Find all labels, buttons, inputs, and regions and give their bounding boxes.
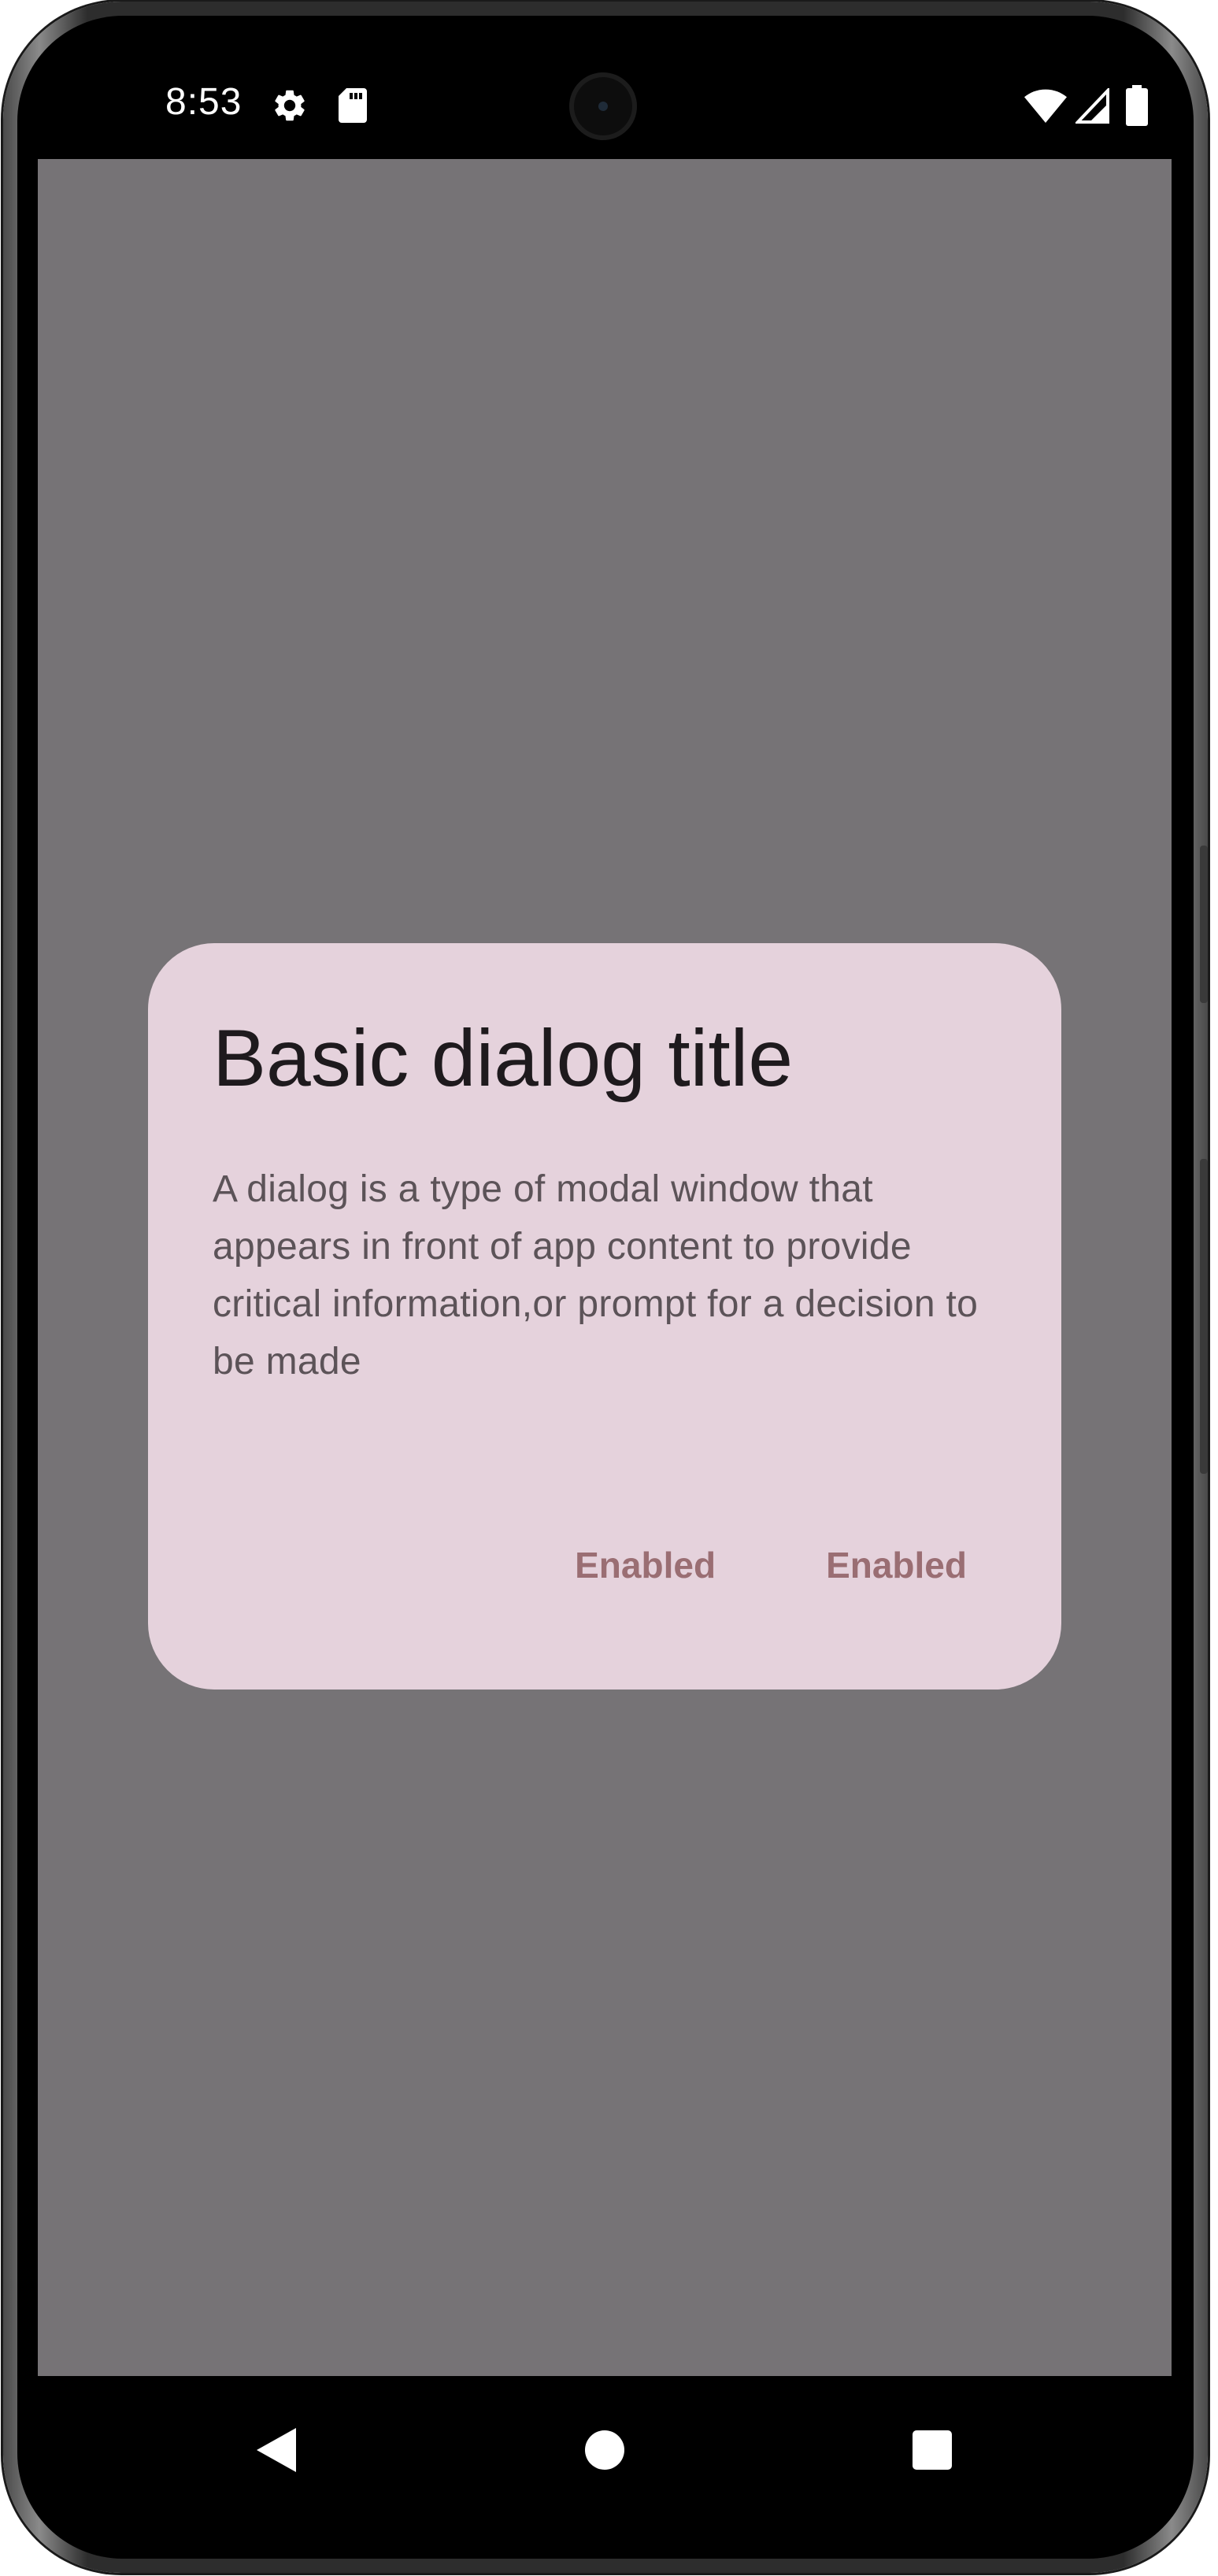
home-circle-icon <box>585 2430 624 2470</box>
status-bar: 8:53 <box>38 49 1172 159</box>
dialog-action-dismiss-button[interactable]: Enabled <box>575 1537 716 1593</box>
screen: 8:53 Basic dialog title A dialog is a ty… <box>38 49 1172 2522</box>
recents-square-icon <box>913 2430 952 2470</box>
nav-back-button[interactable] <box>236 2411 315 2489</box>
status-time: 8:53 <box>165 81 242 123</box>
basic-dialog: Basic dialog title A dialog is a type of… <box>148 943 1061 1690</box>
dialog-supporting-text: A dialog is a type of modal window that … <box>213 1168 979 1382</box>
dialog-title: Basic dialog title <box>213 1013 794 1103</box>
volume-button <box>1200 846 1208 1003</box>
power-button <box>1200 1159 1208 1474</box>
settings-icon <box>275 90 305 121</box>
dialog-actions: Enabled Enabled <box>575 1537 967 1593</box>
dialog-action-confirm-button[interactable]: Enabled <box>826 1537 967 1593</box>
sd-card-icon <box>339 88 367 123</box>
back-triangle-icon <box>257 2428 296 2472</box>
navigation-bar <box>38 2376 1172 2522</box>
nav-recents-button[interactable] <box>893 2411 972 2489</box>
wifi-icon <box>1024 89 1067 123</box>
front-camera <box>569 72 637 140</box>
nav-home-button[interactable] <box>565 2411 644 2489</box>
dialog-scrim[interactable]: Basic dialog title A dialog is a type of… <box>38 159 1172 2376</box>
battery-icon <box>1126 85 1148 126</box>
signal-icon <box>1075 88 1109 124</box>
